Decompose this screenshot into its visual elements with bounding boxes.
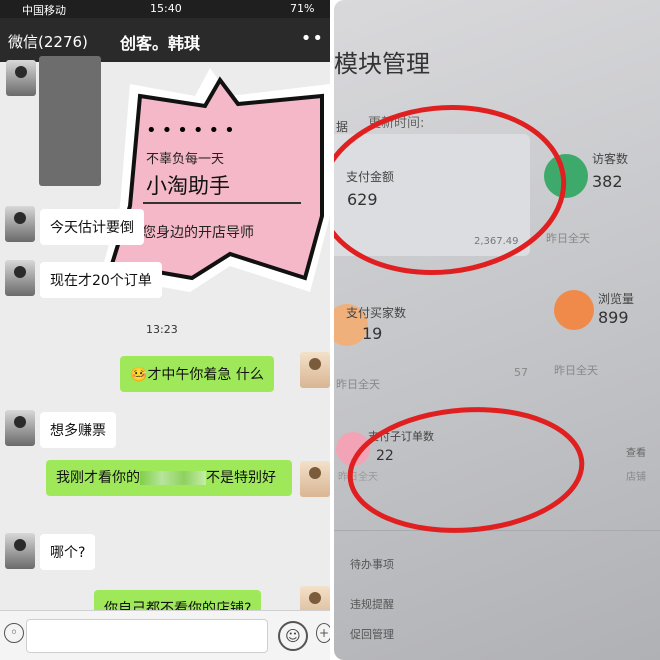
face-emoji-icon: 🤒: [130, 367, 148, 383]
message-bubble[interactable]: 现在才20个订单: [40, 262, 162, 298]
blurred-shop-name: [140, 471, 206, 485]
highlight-ellipse-payment: [334, 104, 567, 276]
message-bubble-mine[interactable]: 我刚才看你的 不是特别好: [46, 460, 292, 496]
battery-label: 71%: [290, 2, 315, 15]
poster-dots: ••••••: [146, 120, 240, 141]
contact-avatar[interactable]: [5, 206, 35, 242]
message-bubble[interactable]: 哪个?: [40, 534, 96, 570]
wechat-chat-screen: 中国移动 15:40 71% 微信(2276) 创客。韩琪 •• •••••• …: [0, 0, 330, 660]
contact-avatar[interactable]: [5, 410, 35, 446]
status-bar: 中国移动 15:40 71%: [0, 0, 330, 18]
more-dots-icon[interactable]: ••: [301, 28, 324, 49]
contact-avatar[interactable]: [5, 533, 35, 569]
shop-dashboard-photo: 模块管理 据 更新时间: 支付金额 629 2,367.49 访客数 382 昨…: [334, 0, 660, 660]
highlight-circles: [334, 104, 585, 533]
message-text: 我刚才看你的: [56, 470, 140, 486]
voice-toggle-icon[interactable]: ◦: [4, 623, 24, 643]
message-input[interactable]: [26, 619, 268, 653]
my-avatar[interactable]: [300, 352, 330, 388]
contact-avatar[interactable]: [6, 60, 36, 96]
chat-title: 创客。韩琪: [120, 34, 201, 53]
poster-slogan: 不辜负每一天: [146, 152, 225, 167]
message-bubble[interactable]: 想多赚票: [40, 412, 116, 448]
message-bubble[interactable]: 今天估计要倒: [40, 209, 144, 245]
highlight-ellipse-orders: [347, 407, 585, 533]
poster-name: 小淘助手: [146, 174, 230, 198]
message-bubble-mine[interactable]: 🤒才中午你着急 什么: [120, 356, 274, 392]
contact-avatar[interactable]: [5, 260, 35, 296]
poster-divider: [143, 202, 301, 204]
clock-label: 15:40: [150, 2, 182, 15]
my-avatar[interactable]: [300, 461, 330, 497]
message-text: 才中午你着急 什么: [147, 367, 264, 383]
carrier-label: 中国移动: [22, 4, 66, 17]
poster-subtitle: 您身边的开店导师: [142, 225, 254, 241]
chat-input-bar: ◦ ☺ +: [0, 610, 330, 660]
message-text: 不是特别好: [206, 470, 276, 486]
emoji-icon[interactable]: ☺: [278, 621, 308, 651]
chat-timestamp: 13:23: [146, 323, 178, 336]
shared-screenshot-image[interactable]: [39, 56, 101, 186]
back-button[interactable]: 微信(2276): [8, 31, 88, 52]
plus-icon[interactable]: +: [316, 623, 330, 643]
